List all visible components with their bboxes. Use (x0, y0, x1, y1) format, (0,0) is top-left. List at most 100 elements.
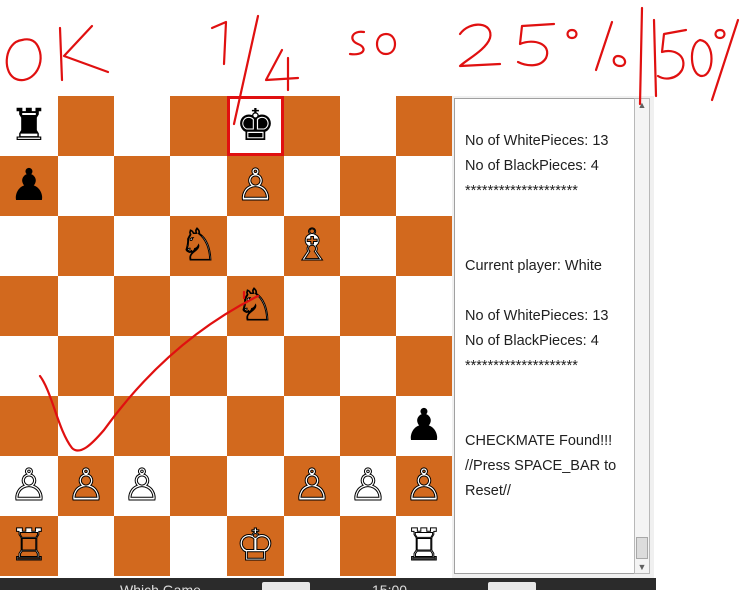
square-a2[interactable]: ♙ (0, 456, 58, 516)
piece-g2[interactable]: ♙ (348, 463, 388, 508)
toolbar-button-left[interactable] (262, 582, 310, 590)
log-scrollbar[interactable]: ▲ ▼ (634, 98, 650, 574)
square-h6[interactable] (396, 216, 452, 276)
square-g1[interactable] (340, 516, 396, 576)
square-g6[interactable] (340, 216, 396, 276)
square-b2[interactable]: ♙ (58, 456, 114, 516)
log-line: Reset// (465, 483, 511, 499)
square-f3[interactable] (284, 396, 340, 456)
square-d8[interactable] (170, 96, 227, 156)
square-f7[interactable] (284, 156, 340, 216)
piece-h3[interactable]: ♟ (404, 404, 443, 448)
piece-b2[interactable]: ♙ (66, 463, 106, 508)
square-a8[interactable]: ♜ (0, 96, 58, 156)
annotation-ok-k2 (62, 24, 110, 74)
piece-e8[interactable]: ♚ (236, 104, 275, 148)
square-c3[interactable] (114, 396, 170, 456)
square-g8[interactable] (340, 96, 396, 156)
square-e5[interactable]: ♘ (227, 276, 284, 336)
square-a4[interactable] (0, 336, 58, 396)
square-g2[interactable]: ♙ (340, 456, 396, 516)
square-h8[interactable] (396, 96, 452, 156)
square-d7[interactable] (170, 156, 227, 216)
piece-a7[interactable]: ♟ (9, 164, 48, 208)
square-b7[interactable] (58, 156, 114, 216)
piece-h2[interactable]: ♙ (404, 463, 444, 508)
piece-e5[interactable]: ♘ (235, 283, 275, 328)
square-e8[interactable]: ♚ (227, 96, 284, 156)
square-f6[interactable]: ♗ (284, 216, 340, 276)
square-g7[interactable] (340, 156, 396, 216)
square-h4[interactable] (396, 336, 452, 396)
game-select-label: Which Game (120, 582, 201, 590)
square-c8[interactable] (114, 96, 170, 156)
square-f1[interactable] (284, 516, 340, 576)
piece-a8[interactable]: ♜ (9, 104, 48, 148)
square-g5[interactable] (340, 276, 396, 336)
square-d6[interactable]: ♘ (170, 216, 227, 276)
toolbar-button-right[interactable] (488, 582, 536, 590)
square-b1[interactable] (58, 516, 114, 576)
piece-f2[interactable]: ♙ (292, 463, 332, 508)
piece-a1[interactable]: ♖ (9, 523, 49, 568)
piece-h1[interactable]: ♖ (404, 523, 444, 568)
square-b6[interactable] (58, 216, 114, 276)
square-c5[interactable] (114, 276, 170, 336)
square-e2[interactable] (227, 456, 284, 516)
right-margin (656, 96, 740, 590)
square-h3[interactable]: ♟ (396, 396, 452, 456)
square-e4[interactable] (227, 336, 284, 396)
square-a3[interactable] (0, 396, 58, 456)
square-h5[interactable] (396, 276, 452, 336)
square-h2[interactable]: ♙ (396, 456, 452, 516)
square-h7[interactable] (396, 156, 452, 216)
square-e7[interactable]: ♙ (227, 156, 284, 216)
scrollbar-thumb[interactable] (636, 537, 648, 559)
square-e1[interactable]: ♔ (227, 516, 284, 576)
square-e6[interactable] (227, 216, 284, 276)
square-f2[interactable]: ♙ (284, 456, 340, 516)
square-b3[interactable] (58, 396, 114, 456)
annotation-percent-d (714, 28, 726, 40)
square-a7[interactable]: ♟ (0, 156, 58, 216)
square-c1[interactable] (114, 516, 170, 576)
piece-d6[interactable]: ♘ (178, 223, 218, 268)
square-b5[interactable] (58, 276, 114, 336)
annotation-zero (690, 38, 713, 78)
square-b8[interactable] (58, 96, 114, 156)
square-d4[interactable] (170, 336, 227, 396)
square-g4[interactable] (340, 336, 396, 396)
square-c4[interactable] (114, 336, 170, 396)
piece-f6[interactable]: ♗ (292, 223, 332, 268)
scroll-down-icon[interactable]: ▼ (635, 562, 649, 572)
square-f5[interactable] (284, 276, 340, 336)
piece-a2[interactable]: ♙ (9, 463, 49, 508)
square-d1[interactable] (170, 516, 227, 576)
piece-e1[interactable]: ♔ (235, 523, 275, 568)
square-g3[interactable] (340, 396, 396, 456)
square-b4[interactable] (58, 336, 114, 396)
square-e3[interactable] (227, 396, 284, 456)
annotation-o (375, 32, 397, 56)
square-d3[interactable] (170, 396, 227, 456)
square-c7[interactable] (114, 156, 170, 216)
scroll-up-icon[interactable]: ▲ (635, 100, 649, 110)
piece-e7[interactable]: ♙ (235, 163, 275, 208)
game-log-text[interactable]: No of WhitePieces: 13 No of BlackPieces: … (454, 98, 636, 574)
annotation-percent-a (566, 28, 578, 40)
square-c2[interactable]: ♙ (114, 456, 170, 516)
square-d5[interactable] (170, 276, 227, 336)
square-f4[interactable] (284, 336, 340, 396)
log-line: CHECKMATE Found!!! (465, 433, 613, 449)
square-a6[interactable] (0, 216, 58, 276)
log-line: No of WhitePieces: 13 (465, 308, 609, 324)
square-f8[interactable] (284, 96, 340, 156)
square-c6[interactable] (114, 216, 170, 276)
square-a1[interactable]: ♖ (0, 516, 58, 576)
square-a5[interactable] (0, 276, 58, 336)
square-d2[interactable] (170, 456, 227, 516)
square-h1[interactable]: ♖ (396, 516, 452, 576)
piece-c2[interactable]: ♙ (122, 463, 162, 508)
chess-board[interactable]: ♜ ♚ ♟ ♙ ♘ ♗ ♘ ♟ ♙ ♙ ♙ ♙ ♙ ♙ ♖ ♔ ♖ (0, 96, 452, 578)
